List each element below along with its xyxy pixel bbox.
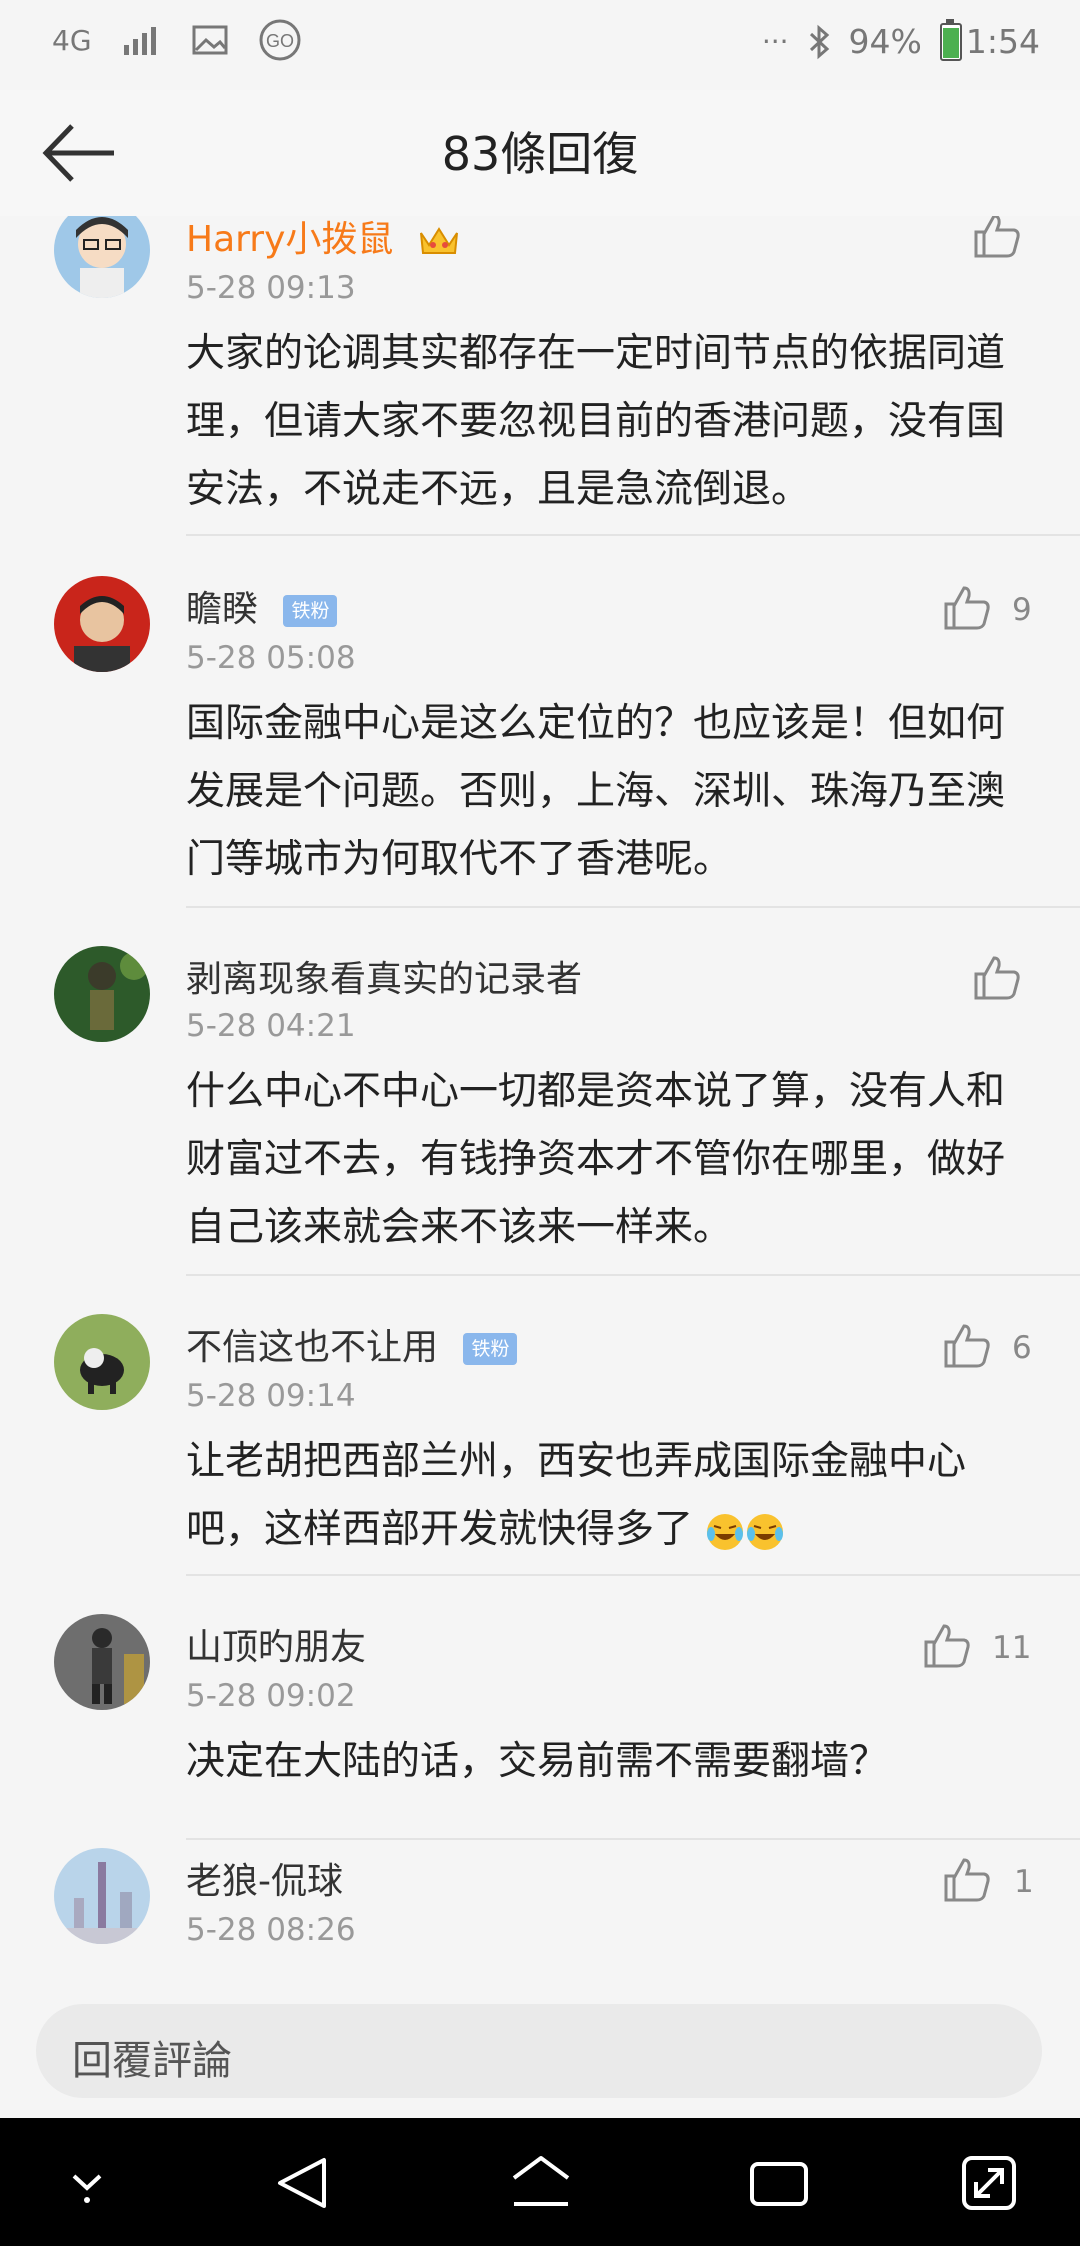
hide-keyboard-icon[interactable] — [52, 2148, 122, 2218]
fan-badge: 铁粉 — [283, 595, 338, 627]
signal-icon — [123, 27, 156, 55]
like-icon[interactable] — [942, 1322, 992, 1370]
comment-time: 5-28 08:26 — [186, 1912, 356, 1948]
username-text[interactable]: 剥离现象看真实的记录者 — [186, 959, 582, 1000]
username-text[interactable]: 山顶旳朋友 — [186, 1627, 366, 1668]
comment-text: 什么中心不中心一切都是资本说了算，没有人和财富过不去，有钱挣资本才不管你在哪里，… — [186, 1069, 1006, 1250]
comment-username[interactable]: 剥离现象看真实的记录者 — [186, 950, 582, 1002]
clock: 1:54 — [965, 22, 1040, 61]
network-label: 4G — [52, 23, 92, 57]
like-count: 11 — [992, 1630, 1032, 1666]
like-icon[interactable] — [972, 216, 1022, 260]
comment-text: 国际金融中心是这么定位的？也应该是！但如何发展是个问题。否则，上海、深圳、珠海乃… — [186, 701, 1006, 882]
like-count: 1 — [1014, 1864, 1034, 1900]
comment-username[interactable]: Harry小拨鼠 — [186, 216, 461, 262]
like-icon[interactable] — [942, 1856, 992, 1904]
battery-percent: 94% — [848, 22, 922, 61]
divider — [186, 1574, 1080, 1576]
image-icon — [192, 25, 228, 55]
like-count: 9 — [1012, 592, 1032, 628]
comment-time: 5-28 09:13 — [186, 270, 356, 306]
username-text[interactable]: 老狼-侃球 — [186, 1861, 343, 1902]
comment-text: 决定在大陆的话，交易前需不需要翻墙？ — [186, 1739, 889, 1784]
network-4g-icon: 4G — [52, 24, 92, 57]
home-icon[interactable] — [506, 2148, 576, 2218]
divider — [186, 1274, 1080, 1276]
back-triangle-icon[interactable] — [268, 2148, 338, 2218]
battery-icon — [939, 18, 962, 61]
divider — [186, 906, 1080, 908]
vip-crown-icon — [419, 227, 458, 254]
page-title: 83條回復 — [441, 127, 639, 181]
reply-placeholder[interactable]: 回覆評論 — [72, 2028, 232, 2086]
go-icon: GO — [259, 19, 301, 61]
comment-time: 5-28 04:21 — [186, 1008, 356, 1044]
comment-time: 5-28 05:08 — [186, 640, 356, 676]
laughing-tears-emoji-icon — [707, 1513, 744, 1550]
svg-text:GO: GO — [266, 31, 294, 51]
comment-text-body: 让老胡把西部兰州，西安也弄成国际金融中心吧，这样西部开发就快得多了 — [186, 1439, 967, 1552]
reply-bar: 回覆評論 — [0, 1984, 1080, 2118]
avatar[interactable] — [54, 946, 150, 1042]
like-icon[interactable] — [922, 1622, 972, 1670]
avatar[interactable] — [54, 1314, 150, 1410]
expand-icon[interactable] — [954, 2148, 1024, 2218]
divider — [186, 1838, 1080, 1840]
username-text[interactable]: Harry小拨鼠 — [186, 219, 393, 260]
divider — [186, 534, 1080, 536]
system-nav-bar — [0, 2118, 1080, 2246]
comment-username[interactable]: 不信这也不让用 铁粉 — [186, 1318, 518, 1370]
recents-icon[interactable] — [744, 2148, 814, 2218]
comment-username[interactable]: 老狼-侃球 — [186, 1852, 343, 1904]
laughing-tears-emoji-icon — [747, 1513, 784, 1550]
like-icon[interactable] — [942, 584, 992, 632]
like-count: 6 — [1012, 1330, 1032, 1366]
comment-username[interactable]: 瞻睽 铁粉 — [186, 580, 338, 632]
comment-text: 大家的论调其实都存在一定时间节点的依据同道理，但请大家不要忽视目前的香港问题，没… — [186, 331, 1006, 512]
username-text[interactable]: 瞻睽 — [186, 589, 258, 630]
fan-badge: 铁粉 — [463, 1333, 518, 1365]
avatar[interactable] — [54, 216, 150, 298]
comment-time: 5-28 09:14 — [186, 1378, 356, 1414]
avatar[interactable] — [54, 576, 150, 672]
overflow-dots: ··· — [761, 25, 789, 58]
avatar[interactable] — [54, 1614, 150, 1710]
bluetooth-icon — [809, 24, 829, 59]
comment-text: 让老胡把西部兰州，西安也弄成国际金融中心吧，这样西部开发就快得多了 — [186, 1428, 1036, 1564]
status-bar: 4G GO ··· 94% 1:54 — [0, 0, 1080, 90]
like-icon[interactable] — [972, 954, 1022, 1002]
header: 83條回復 — [0, 90, 1080, 218]
avatar[interactable] — [54, 1848, 150, 1944]
comment-username[interactable]: 山顶旳朋友 — [186, 1618, 366, 1670]
comment-list[interactable]: Harry小拨鼠 5-28 09:13 大家的论调其实都存在一定时间节点的依据同… — [0, 216, 1080, 1984]
username-text[interactable]: 不信这也不让用 — [186, 1327, 438, 1368]
comment-time: 5-28 09:02 — [186, 1678, 356, 1714]
